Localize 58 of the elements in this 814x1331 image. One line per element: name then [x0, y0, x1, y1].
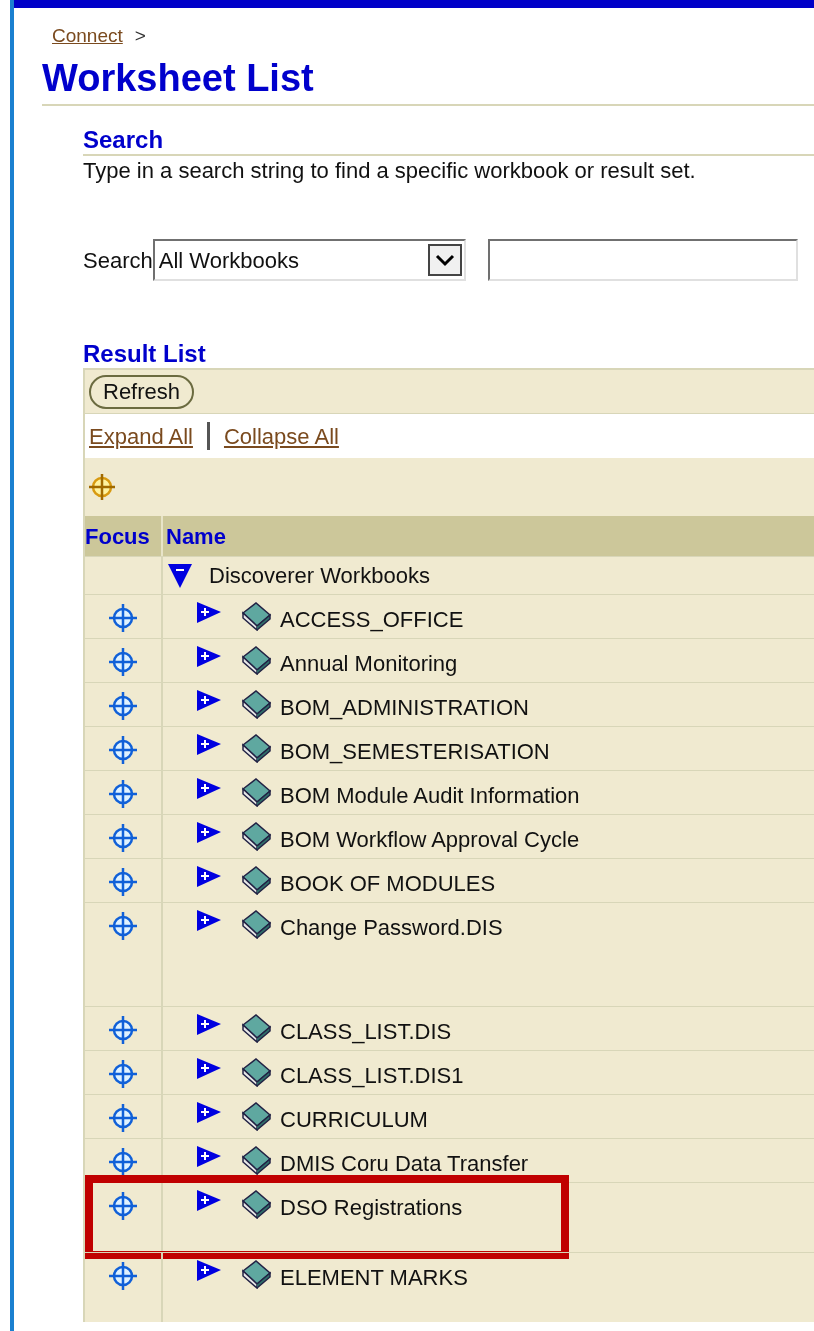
workbook-name[interactable]: DMIS Coru Data Transfer	[280, 1147, 529, 1180]
book-icon	[240, 645, 272, 675]
tree-link[interactable]: Expand All	[89, 419, 193, 453]
focus-icon[interactable]	[108, 1261, 138, 1291]
tree-folder-label[interactable]: Discoverer Workbooks	[209, 559, 430, 592]
workbook-name[interactable]: BOM_SEMESTERISATION	[280, 735, 550, 768]
workbook-name[interactable]: DSO Registrations	[280, 1191, 463, 1224]
breadcrumb-link[interactable]: Connect	[52, 21, 123, 51]
workbook-name[interactable]: Change Password.DIS	[280, 911, 503, 944]
description-text: Type in a search string to find a specific workbook or result set.	[83, 157, 697, 185]
focus-icon[interactable]	[108, 691, 138, 721]
book-icon	[240, 733, 272, 763]
page-title: Worksheet List	[42, 56, 814, 106]
workbook-name[interactable]: BOM_ADMINISTRATION	[280, 691, 529, 724]
focus-icon[interactable]	[108, 647, 138, 677]
focus-icon[interactable]	[108, 779, 138, 809]
focus-icon[interactable]	[108, 735, 138, 765]
focus-icon[interactable]	[87, 472, 117, 502]
focus-icon[interactable]	[108, 1015, 138, 1045]
workbook-name[interactable]: ACCESS_OFFICE	[280, 603, 464, 636]
book-icon	[240, 1101, 272, 1131]
focus-icon[interactable]	[108, 603, 138, 633]
focus-icon[interactable]	[108, 1103, 138, 1133]
focus-icon[interactable]	[108, 1147, 138, 1177]
tree-link[interactable]: Collapse All	[223, 419, 339, 453]
book-icon	[240, 865, 272, 895]
refresh-button[interactable]: Refresh	[89, 374, 195, 409]
book-icon	[240, 1057, 272, 1087]
section-heading: Search	[83, 126, 814, 156]
book-icon	[240, 1189, 272, 1219]
workbook-name[interactable]: BOM Workflow Approval Cycle	[280, 823, 580, 856]
focus-icon[interactable]	[108, 1191, 138, 1221]
focus-icon[interactable]	[108, 823, 138, 853]
column-header: Name	[165, 522, 226, 551]
focus-icon[interactable]	[108, 1059, 138, 1089]
book-icon	[240, 1259, 272, 1289]
collapse-triangle-icon[interactable]	[167, 561, 193, 590]
focus-icon[interactable]	[108, 867, 138, 897]
focus-icon[interactable]	[108, 911, 138, 941]
workbook-name[interactable]: BOOK OF MODULES	[280, 867, 496, 900]
book-icon	[240, 1145, 272, 1175]
workbook-name[interactable]: ELEMENT MARKS	[280, 1261, 468, 1294]
book-icon	[240, 821, 272, 851]
book-icon	[240, 777, 272, 807]
book-icon	[240, 689, 272, 719]
workbook-name[interactable]: Annual Monitoring	[280, 647, 458, 680]
breadcrumb-separator: >	[134, 23, 146, 48]
book-icon	[240, 909, 272, 939]
column-header: Focus	[85, 516, 163, 556]
workbook-name[interactable]: CLASS_LIST.DIS1	[280, 1059, 464, 1092]
scope-dropdown[interactable]: All Workbooks	[152, 239, 466, 281]
search-field[interactable]	[487, 239, 798, 281]
workbook-name[interactable]: CURRICULUM	[280, 1103, 428, 1136]
book-icon	[240, 601, 272, 631]
workbook-name[interactable]: BOM Module Audit Information	[280, 779, 580, 812]
workbook-name[interactable]: CLASS_LIST.DIS	[280, 1015, 452, 1048]
search-label: Search	[83, 246, 153, 275]
book-icon	[240, 1013, 272, 1043]
